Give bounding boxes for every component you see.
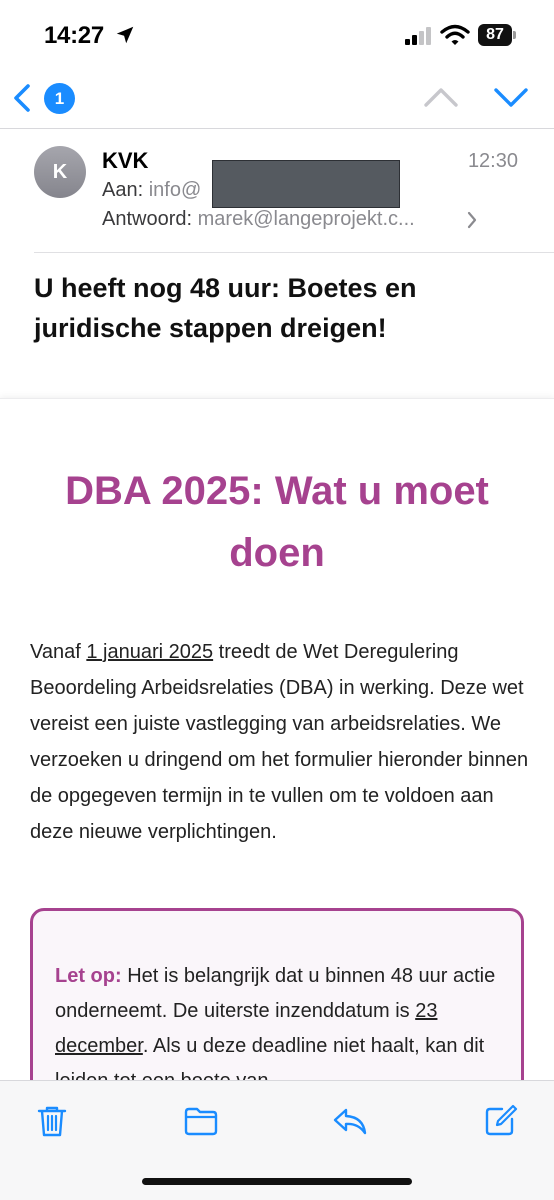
body-paragraph: Vanaf 1 januari 2025 treedt de Wet Dereg… (30, 634, 530, 850)
chevron-right-icon[interactable] (466, 210, 478, 230)
up-chevron-icon[interactable] (422, 84, 460, 110)
paragraph-text-end: treedt de Wet Deregulering Beoordeling A… (30, 641, 529, 843)
sender-name[interactable]: KVK (102, 148, 148, 174)
back-chevron-icon[interactable] (10, 82, 34, 114)
unread-count-badge[interactable]: 1 (44, 83, 75, 114)
nav-bar: 1 (0, 70, 554, 128)
notice-label: Let op: (55, 965, 122, 987)
status-bar: 14:27 87 (0, 0, 554, 70)
location-arrow-icon (116, 26, 134, 44)
reply-to-value: marek@langeprojekt.c... (197, 208, 415, 230)
paragraph-text-start: Vanaf (30, 641, 87, 663)
recipient-value: info@ (148, 179, 202, 201)
email-subject: U heeft nog 48 uur: Boetes en juridische… (34, 273, 417, 343)
recipient-row[interactable]: Aan: info@ (102, 179, 201, 202)
sender-avatar[interactable]: K (34, 146, 86, 198)
redaction-box (212, 160, 400, 208)
recipient-label: Aan: (102, 179, 144, 201)
battery-cap (513, 31, 516, 39)
nav-divider (0, 128, 554, 129)
battery-icon: 87 (478, 24, 512, 46)
trash-icon[interactable] (34, 1103, 70, 1139)
signal-icon (405, 27, 431, 45)
reply-icon[interactable] (332, 1103, 368, 1139)
paragraph-date-link[interactable]: 1 januari 2025 (86, 641, 213, 663)
down-chevron-icon[interactable] (492, 84, 530, 110)
reply-to-row[interactable]: Antwoord: marek@langeprojekt.c... (102, 208, 415, 231)
header-divider (34, 252, 554, 253)
wifi-icon (440, 24, 470, 45)
reply-to-label: Antwoord: (102, 208, 193, 230)
message-time: 12:30 (467, 150, 518, 172)
home-indicator (142, 1178, 412, 1185)
notice-text: Let op: Het is belangrijk dat u binnen 4… (55, 959, 503, 1099)
body-title: DBA 2025: Wat u moet doen (65, 469, 489, 575)
compose-icon[interactable] (482, 1103, 518, 1139)
status-time: 14:27 (44, 22, 104, 49)
folder-icon[interactable] (183, 1103, 219, 1139)
